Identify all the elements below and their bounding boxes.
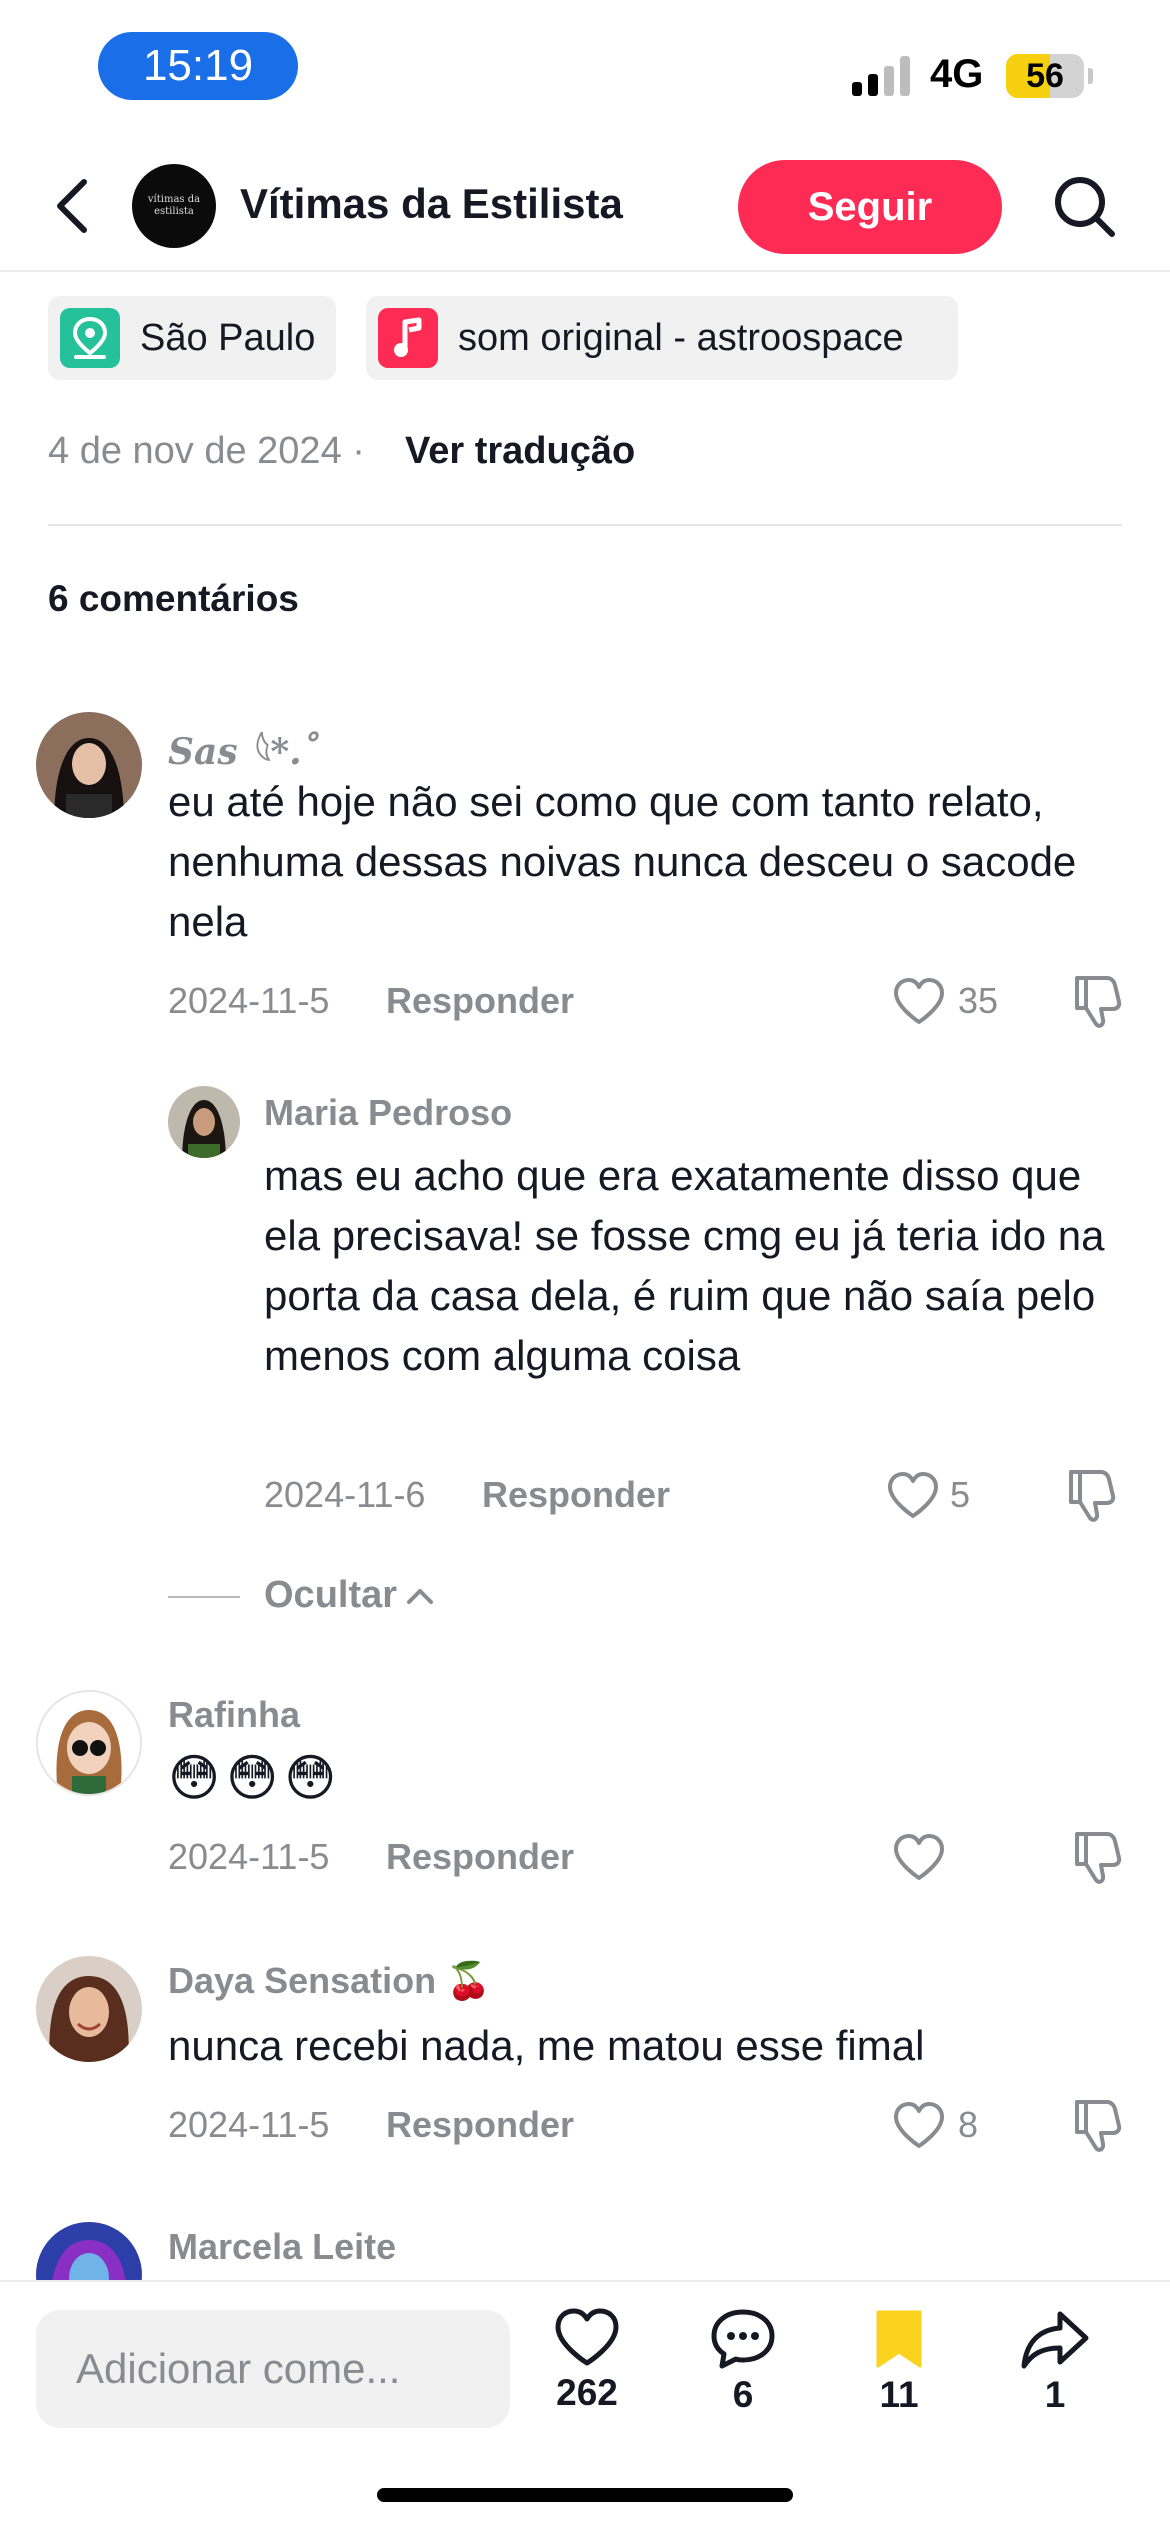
battery-percent: 56: [1026, 56, 1064, 95]
location-label: São Paulo: [140, 316, 316, 359]
like-comment-button[interactable]: [888, 1830, 950, 1886]
header-divider: [0, 270, 1170, 272]
comment-date: 2024-11-6: [264, 1474, 426, 1515]
sound-label: som original - astroospace: [458, 316, 904, 359]
comment-text: 😳😳😳: [168, 1750, 343, 1806]
share-arrow-icon: [1021, 2311, 1089, 2369]
status-time: 15:19: [98, 32, 298, 100]
comment-author[interactable]: Sas 𓆩*.˚: [168, 716, 320, 776]
reply-button[interactable]: Responder: [482, 1474, 670, 1516]
location-pin-icon: [60, 308, 120, 368]
bottom-divider: [0, 2280, 1170, 2282]
comment-avatar[interactable]: [36, 1690, 142, 1796]
comment-text: mas eu acho que era exatamente disso que…: [264, 1152, 1105, 1379]
sound-chip[interactable]: som original - astroospace: [366, 296, 958, 380]
video-like-count: 262: [556, 2372, 618, 2413]
comment-date: 2024-11-5: [168, 980, 330, 1021]
hide-replies-line: [168, 1596, 240, 1598]
dislike-button[interactable]: [1068, 970, 1128, 1032]
follow-button[interactable]: Seguir: [738, 160, 1002, 254]
hide-replies-label: Ocultar: [264, 1574, 398, 1616]
comment-date: 2024-11-5: [168, 1836, 330, 1877]
bookmark-icon: [876, 2310, 922, 2368]
comment-text: nunca recebi nada, me matou esse fimal: [168, 2022, 925, 2069]
thumbs-down-icon: [1075, 976, 1122, 1028]
heart-icon: [555, 2308, 619, 2366]
back-button[interactable]: [40, 170, 104, 242]
like-comment-button[interactable]: [882, 1468, 944, 1524]
translate-link[interactable]: Ver tradução: [405, 430, 635, 473]
comment-like-count: 35: [958, 980, 999, 1021]
heart-icon: [894, 978, 944, 1024]
post-date: 4 de nov de 2024 ·: [48, 430, 365, 472]
dislike-button[interactable]: [1068, 1826, 1128, 1888]
profile-name[interactable]: Vítimas da Estilista: [240, 180, 623, 228]
comment-like-count: 5: [950, 1474, 971, 1515]
reply-button[interactable]: Responder: [386, 980, 574, 1022]
thumbs-down-icon: [1075, 2100, 1122, 2152]
comments-count: 6 comentários: [48, 578, 299, 619]
heart-icon: [894, 1834, 944, 1880]
battery-icon: 56: [1006, 54, 1084, 98]
music-note-icon: [378, 308, 438, 368]
dislike-button[interactable]: [1068, 2094, 1128, 2156]
comment-bubble-icon: [711, 2309, 775, 2369]
comment-like-count: 8: [958, 2104, 979, 2145]
heart-icon: [894, 2102, 944, 2148]
heart-icon: [888, 1472, 938, 1518]
hide-replies-button[interactable]: Ocultar: [264, 1574, 437, 1617]
comment-author[interactable]: Daya Sensation 🍒: [168, 1960, 491, 2002]
dislike-button[interactable]: [1062, 1464, 1122, 1526]
share-button[interactable]: 1: [990, 2308, 1120, 2458]
add-comment-input[interactable]: Adicionar come...: [36, 2310, 510, 2428]
search-icon: [1055, 177, 1115, 237]
comment-avatar[interactable]: [36, 1956, 142, 2062]
search-button[interactable]: [1050, 172, 1120, 242]
battery-tip: [1088, 68, 1093, 84]
video-share-count: 1: [1044, 2374, 1066, 2415]
video-save-count: 11: [879, 2374, 919, 2415]
comment-avatar[interactable]: [36, 712, 142, 818]
thumbs-down-icon: [1075, 1832, 1122, 1884]
home-indicator: [377, 2488, 793, 2502]
save-button[interactable]: 11: [834, 2308, 964, 2458]
like-comment-button[interactable]: [888, 974, 950, 1030]
comment-text: eu até hoje não sei como que com tanto r…: [168, 778, 1077, 945]
like-video-button[interactable]: 262: [522, 2308, 652, 2458]
comments-button[interactable]: 6: [678, 2308, 808, 2458]
reply-button[interactable]: Responder: [386, 2104, 574, 2146]
comment-date: 2024-11-5: [168, 2104, 330, 2145]
reply-button[interactable]: Responder: [386, 1836, 574, 1878]
signal-icon: [852, 56, 916, 96]
location-chip[interactable]: São Paulo: [48, 296, 336, 380]
comment-author[interactable]: Maria Pedroso: [264, 1092, 512, 1134]
reply-avatar[interactable]: [168, 1086, 240, 1158]
chevron-left-icon: [57, 179, 87, 233]
thumbs-down-icon: [1069, 1470, 1116, 1522]
section-divider: [48, 524, 1122, 526]
like-comment-button[interactable]: [888, 2098, 950, 2154]
comment-author[interactable]: Rafinha: [168, 1694, 300, 1736]
chevron-up-icon: [407, 1588, 434, 1604]
comment-author[interactable]: Marcela Leite: [168, 2226, 396, 2268]
video-comment-count: 6: [732, 2374, 754, 2415]
network-label: 4G: [930, 52, 984, 96]
profile-avatar[interactable]: vítimas da estilista: [132, 164, 216, 248]
